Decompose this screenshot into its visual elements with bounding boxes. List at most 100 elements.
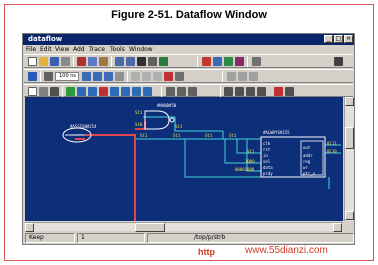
continue-icon[interactable] — [93, 72, 102, 81]
port-label: prdy — [263, 171, 273, 176]
toolbar-separator — [127, 71, 128, 82]
minimize-button[interactable]: _ — [324, 35, 333, 43]
run-all-icon[interactable] — [104, 72, 113, 81]
step-into-icon[interactable] — [131, 72, 140, 81]
nand-gate[interactable] — [144, 110, 175, 130]
dock-icon[interactable] — [334, 57, 343, 66]
watermark-left: http — [198, 247, 215, 257]
zoom-in-icon[interactable] — [224, 87, 233, 96]
toolbar-separator — [62, 86, 63, 97]
zoom-full-icon[interactable] — [246, 87, 255, 96]
net-wire[interactable] — [224, 139, 261, 164]
cut-icon[interactable] — [77, 57, 86, 66]
up-arrow-icon[interactable] — [28, 72, 37, 81]
undo-icon[interactable] — [115, 57, 124, 66]
menu-edit[interactable]: Edit — [40, 45, 52, 54]
menu-trace[interactable]: Trace — [89, 45, 105, 54]
close-button[interactable]: × — [344, 35, 353, 43]
scroll-down-button[interactable] — [345, 211, 354, 220]
trace-event-icon[interactable] — [99, 87, 108, 96]
step-over-icon[interactable] — [142, 72, 151, 81]
select-pointer-icon[interactable] — [28, 87, 37, 96]
print-icon[interactable] — [61, 57, 70, 66]
signal-value-label: St0 — [135, 122, 143, 127]
run-icon[interactable] — [213, 57, 222, 66]
copy-icon[interactable] — [88, 57, 97, 66]
signal-value-label: St1 — [247, 149, 255, 154]
expand-drivers-icon[interactable] — [77, 87, 86, 96]
menu-tools[interactable]: Tools — [110, 45, 125, 54]
zoom-out-icon[interactable] — [235, 87, 244, 96]
menu-file[interactable]: File — [26, 45, 36, 54]
toolbar-separator — [222, 71, 223, 82]
trace-all-icon[interactable] — [132, 87, 141, 96]
trace-next-icon[interactable] — [110, 87, 119, 96]
scroll-left-button[interactable] — [25, 223, 34, 232]
port-label: reg — [303, 159, 311, 164]
zoom-fit-icon[interactable] — [257, 87, 266, 96]
status-path: /top/p/strb — [147, 233, 354, 243]
dataflow-diagram — [62, 110, 341, 221]
signal-value-label: 1000 — [245, 159, 255, 164]
scroll-up-button[interactable] — [345, 97, 354, 106]
erase-icon[interactable] — [166, 87, 175, 96]
zoom-region-icon[interactable] — [39, 87, 48, 96]
toolbar-separator — [161, 86, 162, 97]
expand-readers-icon[interactable] — [88, 87, 97, 96]
run-length-field[interactable]: 100 ns — [55, 72, 79, 81]
instance-label: #ASSIGN#254 — [70, 124, 97, 129]
instance-label: #NAND#50 — [157, 103, 177, 108]
scroll-thumb[interactable] — [135, 223, 165, 232]
signal-value-label: St1 — [173, 133, 181, 138]
signal-value-label: St1 — [135, 110, 143, 115]
toolbar-separator — [220, 86, 221, 97]
bookmark-icon[interactable] — [175, 72, 184, 81]
dataflow-canvas[interactable]: #ASSIGN#254 #NAND#50 #ALWAYS#155 St1 St0… — [25, 97, 343, 221]
menu-window[interactable]: Window — [129, 45, 153, 54]
new-file-icon[interactable] — [28, 57, 37, 66]
status-count: 1 — [77, 233, 145, 243]
signal-value-label: St1 — [140, 133, 148, 138]
stop-icon[interactable] — [164, 72, 173, 81]
step-icon[interactable] — [224, 57, 233, 66]
step-out-icon[interactable] — [153, 72, 162, 81]
redo-icon[interactable] — [126, 57, 135, 66]
open-folder-icon[interactable] — [39, 57, 48, 66]
binoculars-icon[interactable] — [148, 57, 157, 66]
dataflow-window: dataflow _ □ × File Edit View Add Trace … — [22, 33, 355, 245]
paste-icon[interactable] — [99, 57, 108, 66]
run-icon[interactable] — [82, 72, 91, 81]
expand-net-icon[interactable] — [66, 87, 75, 96]
toolbar-dataflow — [24, 84, 353, 97]
trace-icon[interactable] — [159, 57, 168, 66]
break-icon[interactable] — [235, 57, 244, 66]
vertical-scrollbar[interactable] — [344, 97, 354, 221]
port-label: wr — [303, 165, 308, 170]
trace-x-icon[interactable] — [143, 87, 152, 96]
toolbar-separator — [197, 56, 198, 67]
trace-set-icon[interactable] — [121, 87, 130, 96]
stop-icon[interactable] — [202, 57, 211, 66]
horizontal-scrollbar[interactable] — [25, 222, 343, 232]
cut-disabled-icon — [227, 72, 236, 81]
show-wave-icon[interactable] — [285, 87, 294, 96]
port-label: clk — [263, 141, 271, 146]
maximize-button[interactable]: □ — [334, 35, 343, 43]
port-label: rst — [263, 147, 271, 152]
regenerate-icon[interactable] — [188, 87, 197, 96]
restart-icon[interactable] — [44, 72, 53, 81]
scroll-right-button[interactable] — [333, 223, 342, 232]
find-icon[interactable] — [137, 57, 146, 66]
break-icon[interactable] — [115, 72, 124, 81]
save-icon[interactable] — [50, 57, 59, 66]
window-title: dataflow — [28, 35, 63, 43]
highlighted-net[interactable] — [85, 134, 136, 149]
menu-add[interactable]: Add — [73, 45, 85, 54]
title-bar[interactable]: dataflow _ □ × — [23, 34, 354, 45]
wave-window-icon[interactable] — [274, 87, 283, 96]
settings-icon[interactable] — [252, 57, 261, 66]
erase-all-icon[interactable] — [177, 87, 186, 96]
menu-view[interactable]: View — [55, 45, 69, 54]
pan-icon[interactable] — [50, 87, 59, 96]
scroll-thumb[interactable] — [345, 127, 354, 149]
